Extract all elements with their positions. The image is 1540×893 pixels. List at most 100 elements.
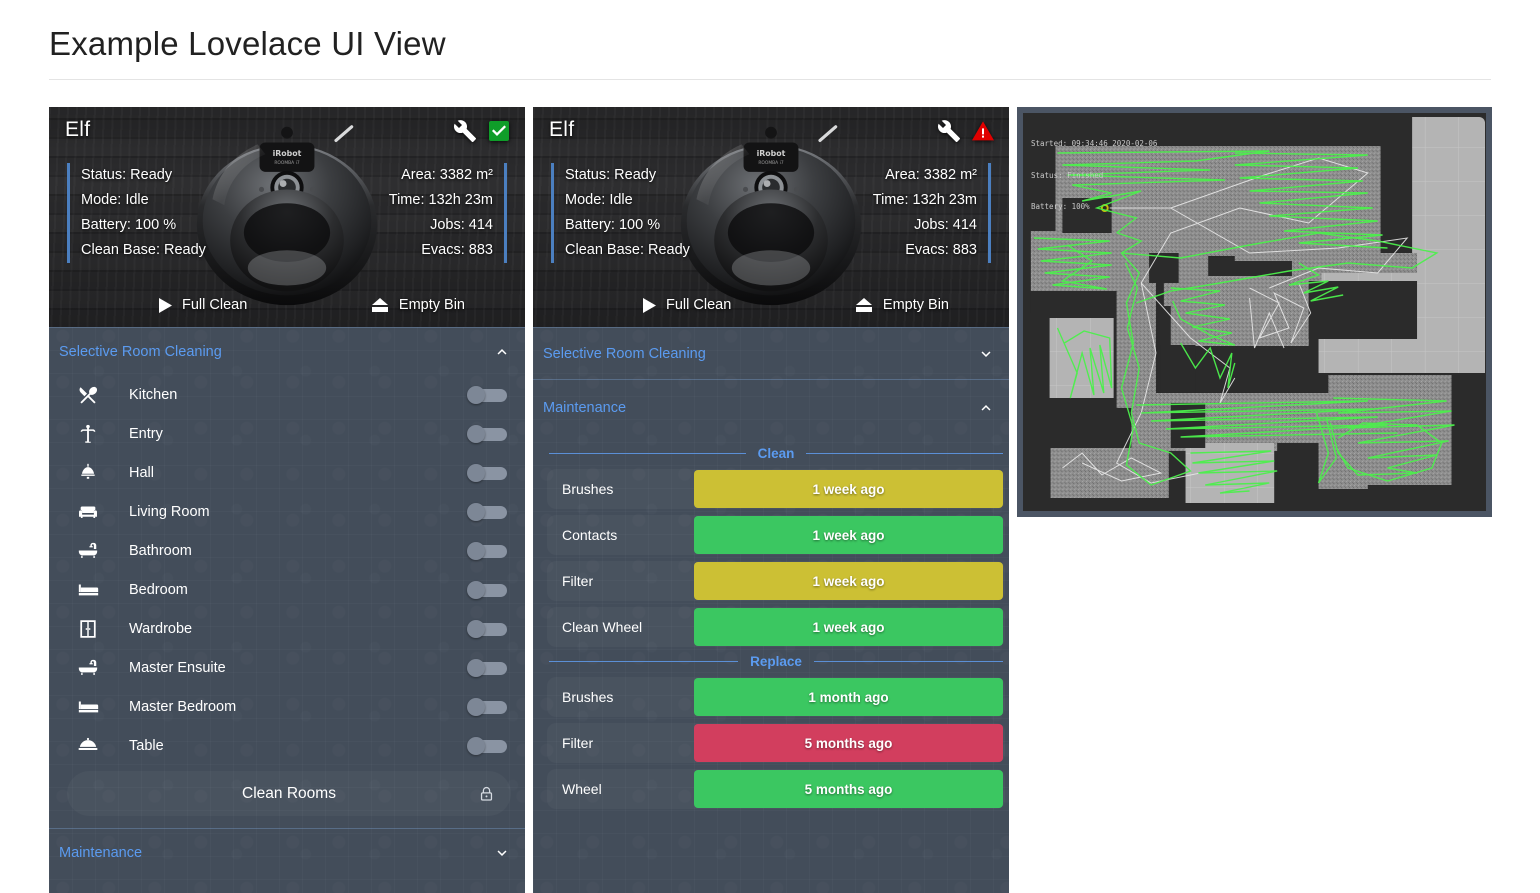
room-row[interactable]: Hall	[49, 453, 525, 492]
map-started-line: Started: 09:34:46 2020-02-06	[1031, 139, 1158, 148]
room-row[interactable]: Kitchen	[49, 375, 525, 414]
room-toggle[interactable]	[467, 424, 507, 443]
maintenance-row: Contacts 1 week ago	[547, 515, 1005, 555]
map-status-overlay: Started: 09:34:46 2020-02-06 Status: Fin…	[1031, 118, 1157, 234]
chevron-up-icon[interactable]	[493, 343, 511, 361]
vacuum-map[interactable]: Started: 09:34:46 2020-02-06 Status: Fin…	[1023, 113, 1486, 511]
room-label: Bedroom	[129, 581, 188, 598]
room-toggle[interactable]	[467, 385, 507, 404]
column-middle: Elf iRobot ROOMBA i7 Status: Ready Mode:…	[533, 107, 1009, 893]
play-icon	[159, 297, 172, 313]
clean-rooms-wrap: Clean Rooms	[49, 765, 525, 828]
empty-bin-button[interactable]: Empty Bin	[371, 297, 465, 313]
bathtub-icon	[78, 542, 98, 558]
maintenance-item-name: Brushes	[562, 481, 614, 497]
chevron-down-icon[interactable]	[493, 844, 511, 862]
maintenance-header-left[interactable]: Maintenance	[49, 828, 525, 876]
maintenance-item-name: Brushes	[562, 689, 614, 705]
divider-line-right	[813, 661, 1003, 662]
room-label: Entry	[129, 425, 163, 442]
bed-icon	[78, 701, 99, 712]
stat-area: Area: 3382 m²	[885, 167, 977, 183]
maintenance-item-value[interactable]: 1 month ago	[694, 678, 1003, 716]
full-clean-label: Full Clean	[666, 297, 732, 313]
svg-text:ROOMBA i7: ROOMBA i7	[274, 160, 299, 166]
maintenance-item-name: Contacts	[562, 527, 618, 543]
maintenance-item-value[interactable]: 1 week ago	[694, 562, 1003, 600]
maintenance-item-value[interactable]: 5 months ago	[694, 724, 1003, 762]
maintenance-header-middle[interactable]: Maintenance	[533, 379, 1009, 435]
maintenance-item-value[interactable]: 1 week ago	[694, 608, 1003, 646]
map-status-line: Status: Finished	[1031, 170, 1104, 180]
selective-room-cleaning-title: Selective Room Cleaning	[59, 343, 222, 360]
chevron-up-icon[interactable]	[977, 399, 995, 417]
vacuum-actions: Full Clean Empty Bin	[533, 297, 1009, 313]
room-toggle[interactable]	[467, 541, 507, 560]
check-square-icon[interactable]	[487, 119, 511, 143]
maintenance-item-value[interactable]: 1 week ago	[694, 470, 1003, 508]
stat-battery: Battery: 100 %	[565, 217, 661, 233]
vacuum-header-icons	[453, 119, 511, 143]
vacuum-map-card[interactable]: Started: 09:34:46 2020-02-06 Status: Fin…	[1017, 107, 1492, 517]
maintenance-item-name: Filter	[562, 735, 594, 751]
silverware-icon	[79, 386, 98, 404]
room-toggle[interactable]	[467, 736, 507, 755]
stat-time: Time: 132h 23m	[388, 192, 493, 208]
alert-triangle-icon[interactable]	[971, 119, 995, 143]
room-toggle[interactable]	[467, 463, 507, 482]
food-cloche-icon	[78, 737, 98, 750]
room-toggle[interactable]	[467, 658, 507, 677]
lovelace-view: Elf iRobot ROOMBA i7 Status: Ready Mode:…	[49, 107, 1492, 893]
bathtub-icon	[78, 659, 98, 675]
clean-rooms-button[interactable]: Clean Rooms	[67, 771, 511, 816]
stat-status: Status: Ready	[565, 167, 657, 183]
maintenance-item-value[interactable]: 5 months ago	[694, 770, 1003, 808]
wrench-icon[interactable]	[937, 119, 961, 143]
empty-bin-label: Empty Bin	[398, 297, 465, 313]
wrench-icon[interactable]	[453, 119, 477, 143]
room-toggle[interactable]	[467, 580, 507, 599]
room-toggle[interactable]	[467, 697, 507, 716]
vacuum-stats-right: Area: 3382 m² Time: 132h 23m Jobs: 414 E…	[389, 163, 507, 263]
stat-status: Status: Ready	[81, 167, 173, 183]
full-clean-button[interactable]: Full Clean	[643, 297, 731, 313]
empty-bin-button[interactable]: Empty Bin	[855, 297, 949, 313]
room-row[interactable]: Bedroom	[49, 570, 525, 609]
vacuum-header-icons	[937, 119, 995, 143]
group-label: Clean	[757, 446, 795, 461]
room-row[interactable]: Living Room	[49, 492, 525, 531]
stat-evacs: Evacs: 883	[905, 242, 977, 258]
chevron-down-icon[interactable]	[977, 345, 995, 363]
vacuum-stats-left: Status: Ready Mode: Idle Battery: 100 % …	[67, 163, 206, 263]
full-clean-button[interactable]: Full Clean	[159, 297, 247, 313]
room-label: Living Room	[129, 503, 210, 520]
play-icon	[643, 297, 656, 313]
selective-room-cleaning-header-middle[interactable]: Selective Room Cleaning	[533, 327, 1009, 379]
room-toggle[interactable]	[467, 619, 507, 638]
map-column-spacer	[1017, 517, 1492, 893]
maintenance-item-value[interactable]: 1 week ago	[694, 516, 1003, 554]
stat-jobs: Jobs: 414	[914, 217, 977, 233]
column-left: Elf iRobot ROOMBA i7 Status: Ready Mode:…	[49, 107, 525, 893]
room-row[interactable]: Master Ensuite	[49, 648, 525, 687]
wardrobe-icon	[80, 619, 96, 638]
lock-icon[interactable]	[478, 785, 495, 802]
group-divider-replace: Replace	[549, 654, 1003, 669]
room-row[interactable]: Entry	[49, 414, 525, 453]
room-row[interactable]: Table	[49, 726, 525, 765]
map-battery-line: Battery: 100%	[1031, 202, 1090, 211]
room-row[interactable]: Bathroom	[49, 531, 525, 570]
selective-room-cleaning-card-left: Selective Room Cleaning Kitchen Entry Ha…	[49, 327, 525, 893]
bed-icon	[78, 584, 99, 595]
svg-text:ROOMBA i7: ROOMBA i7	[758, 160, 783, 166]
maintenance-row: Wheel 5 months ago	[547, 769, 1005, 809]
room-row[interactable]: Wardrobe	[49, 609, 525, 648]
page-title: Example Lovelace UI View	[49, 25, 446, 62]
room-label: Wardrobe	[129, 620, 193, 637]
stat-battery: Battery: 100 %	[81, 217, 177, 233]
selective-room-cleaning-header-left[interactable]: Selective Room Cleaning	[49, 327, 525, 375]
svg-text:iRobot: iRobot	[273, 149, 302, 158]
room-row[interactable]: Master Bedroom	[49, 687, 525, 726]
roomba-illustration: iRobot ROOMBA i7	[680, 125, 862, 306]
room-toggle[interactable]	[467, 502, 507, 521]
